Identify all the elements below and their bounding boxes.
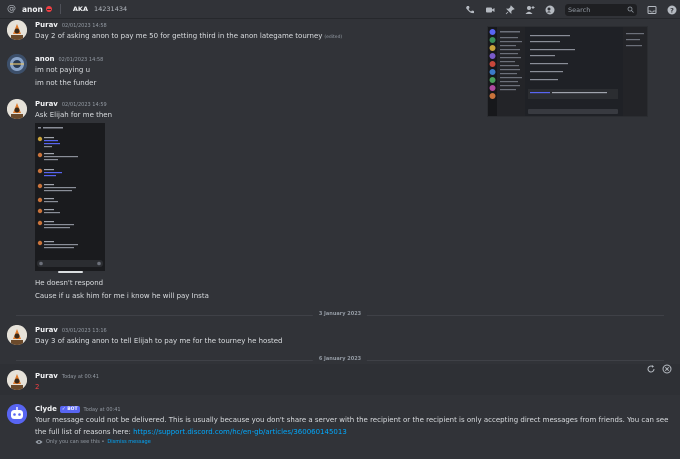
user-profile-icon[interactable] — [545, 5, 555, 15]
date-divider: 6 January 2023 — [16, 356, 664, 362]
message-timestamp: 02/01/2023 14:59 — [61, 102, 107, 108]
add-friends-icon[interactable] — [525, 5, 535, 15]
author-name[interactable]: Clyde — [35, 405, 57, 413]
attached-phone-screenshot[interactable] — [35, 123, 105, 271]
voice-call-icon[interactable] — [465, 5, 475, 15]
message-author[interactable]: Clyde ✓ BOT Today at 00:41 — [35, 405, 121, 413]
avatar[interactable] — [7, 325, 27, 345]
avatar[interactable] — [7, 99, 27, 119]
message-timestamp: 02/01/2023 14:58 — [58, 57, 104, 63]
message-hover-row[interactable] — [0, 364, 680, 395]
dnd-status-icon — [45, 6, 52, 12]
message-author[interactable]: Purav 02/01/2023 14:58 — [35, 21, 107, 29]
support-link[interactable]: https://support.discord.com/hc/en-gb/art… — [133, 428, 347, 436]
pin-icon[interactable] — [505, 4, 515, 15]
message-line: im not the funder — [35, 79, 97, 87]
author-name[interactable]: Purav — [35, 21, 58, 29]
dm-header: @ anon AKA 14231434 Search ? — [0, 0, 680, 19]
message-line: Day 3 of asking anon to tell Elijah to p… — [35, 337, 283, 345]
message-line: im not paying u — [35, 66, 91, 74]
message-timestamp: Today at 00:41 — [61, 374, 99, 380]
message-author[interactable]: Purav Today at 00:41 — [35, 372, 99, 380]
clyde-avatar[interactable] — [7, 404, 27, 424]
author-name[interactable]: Purav — [35, 372, 58, 380]
author-name[interactable]: anon — [35, 55, 55, 63]
message-line: Cause if u ask him for me i know he will… — [35, 292, 209, 300]
at-icon: @ — [7, 4, 16, 14]
svg-text:?: ? — [670, 6, 674, 14]
delete-icon[interactable] — [662, 364, 672, 374]
message-author[interactable]: Purav 03/01/2023 13:16 — [35, 326, 107, 334]
message-author[interactable]: anon 02/01/2023 14:58 — [35, 55, 103, 63]
avatar[interactable] — [7, 54, 27, 74]
message-line: the full list of reasons here: https://s… — [35, 428, 347, 436]
message-line: Day 2 of asking anon to pay me 50 for ge… — [35, 32, 323, 40]
eye-icon — [35, 440, 43, 444]
message-timestamp: Today at 00:41 — [83, 407, 121, 413]
message-text: Day 2 of asking anon to pay me 50 for ge… — [35, 32, 342, 40]
retry-icon[interactable] — [646, 364, 656, 374]
attached-screenshot-image[interactable] — [487, 26, 648, 117]
author-name[interactable]: Purav — [35, 100, 58, 108]
image-underline — [58, 271, 83, 273]
message-line: Ask Elijah for me then — [35, 111, 113, 119]
date-divider-label: 3 January 2023 — [312, 311, 368, 317]
message-author[interactable]: Purav 02/01/2023 14:59 — [35, 100, 107, 108]
date-divider-label: 6 January 2023 — [312, 356, 368, 362]
date-divider: 3 January 2023 — [16, 311, 664, 317]
help-icon[interactable]: ? — [667, 5, 677, 15]
search-input[interactable]: Search — [565, 3, 637, 16]
message-timestamp: 03/01/2023 13:16 — [61, 328, 107, 334]
aka-value: 14231434 — [94, 5, 128, 13]
failed-message-text: 2 — [35, 383, 40, 391]
message-line: He doesn't respond — [35, 279, 104, 287]
message-line-text: the full list of reasons here: — [35, 428, 134, 436]
bot-badge: ✓ BOT — [59, 406, 80, 413]
message-line: Your message could not be delivered. Thi… — [35, 416, 669, 424]
dm-recipient-name[interactable]: anon — [22, 5, 43, 14]
only-you-text: Only you can see this • — [46, 439, 105, 445]
dismiss-message-link[interactable]: Dismiss message — [107, 439, 150, 445]
bot-badge-label: BOT — [67, 407, 78, 412]
search-placeholder: Search — [568, 5, 591, 14]
avatar[interactable] — [7, 20, 27, 40]
search-icon — [627, 6, 634, 13]
edited-label: (edited) — [324, 35, 343, 40]
message-timestamp: 02/01/2023 14:58 — [61, 23, 107, 29]
ephemeral-notice: Only you can see this • Dismiss message — [35, 439, 151, 445]
author-name[interactable]: Purav — [35, 326, 58, 334]
aka-label: AKA — [72, 5, 89, 13]
header-divider — [59, 4, 61, 14]
inbox-icon[interactable] — [647, 5, 657, 15]
video-call-icon[interactable] — [485, 5, 495, 15]
avatar[interactable] — [7, 370, 27, 390]
